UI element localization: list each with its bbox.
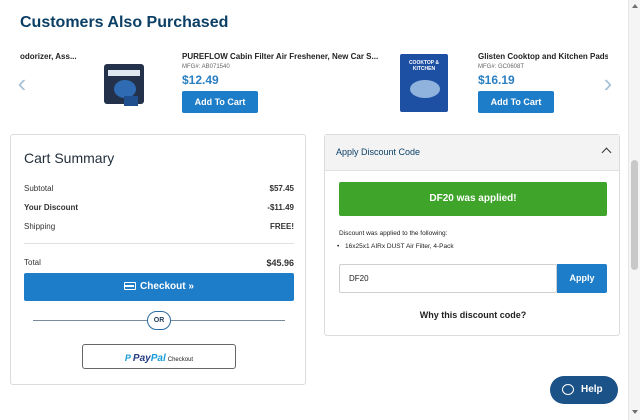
product-mfg: MFG#: AB071540 [182,64,230,70]
discount-applied-to-label: Discount was applied to the following: [339,230,448,237]
shipping-label: Shipping [24,222,56,231]
product-price: $16.19 [478,73,515,87]
chat-bubble-icon [562,384,574,395]
help-button[interactable]: Help [550,376,618,404]
product-image-text: COOKTOP & KITCHEN [408,60,440,72]
discount-label: Your Discount [24,203,79,212]
divider [24,243,294,244]
chevron-up-icon[interactable] [601,147,612,158]
subtotal-label: Subtotal [24,184,54,193]
product-card: Glisten Cooktop and Kitchen Pads MFG#: G… [478,52,608,113]
total-row: Total $45.96 [24,258,294,268]
checkout-label: Checkout » [140,281,194,292]
product-mfg: MFG#: GC0608T [478,64,525,70]
section-title: Customers Also Purchased [20,14,229,31]
or-badge: OR [147,311,171,330]
product-name[interactable]: Glisten Cooktop and Kitchen Pads [478,52,608,61]
credit-card-icon [124,282,137,290]
cart-summary-title: Cart Summary [24,150,115,166]
add-to-cart-button[interactable]: Add To Cart [182,91,258,113]
product-image-cooktop-pads[interactable]: COOKTOP & KITCHEN [400,50,452,112]
scroll-up-arrow-icon[interactable] [632,4,638,8]
help-label: Help [581,384,603,395]
product-price: $12.49 [182,73,219,87]
product-carousel: ‹ odorizer, Ass... PUREFLOW Cabin Filter… [0,44,628,122]
discount-panel: Apply Discount Code DF20 was applied! Di… [324,134,620,336]
scrollbar-thumb[interactable] [631,160,638,270]
page-scrollbar[interactable] [628,0,640,420]
partial-product-name[interactable]: odorizer, Ass... [20,52,77,61]
shipping-value: FREE! [270,222,294,231]
shipping-row: Shipping FREE! [24,222,294,231]
discount-panel-title: Apply Discount Code [336,147,421,157]
discount-applied-item: 16x25x1 AIRx DUST Air Filter, 4-Pack [337,243,454,250]
checkout-button[interactable]: Checkout » [24,273,294,301]
discount-row: Your Discount -$11.49 [24,203,294,212]
total-label: Total [24,258,41,267]
apply-discount-button[interactable]: Apply [557,264,607,293]
paypal-pal-text: Pal [150,353,166,364]
product-name[interactable]: PUREFLOW Cabin Filter Air Freshener, New… [182,52,382,61]
carousel-next-chevron-right-icon[interactable]: › [600,70,616,96]
paypal-checkout-text: Checkout [167,357,194,363]
add-to-cart-button[interactable]: Add To Cart [478,91,554,113]
why-discount-link[interactable]: Why this discount code? [325,310,621,320]
paypal-checkout-button[interactable]: P PayPal Checkout [82,344,236,369]
total-value: $45.96 [266,258,294,268]
subtotal-value: $57.45 [269,184,294,193]
discount-code-input[interactable] [339,264,557,293]
discount-applied-alert: DF20 was applied! [339,182,607,216]
product-image-air-freshener[interactable] [102,50,154,112]
carousel-prev-chevron-left-icon[interactable]: ‹ [14,70,30,96]
paypal-pay-text: Pay [132,353,151,364]
subtotal-row: Subtotal $57.45 [24,184,294,193]
discount-panel-header[interactable]: Apply Discount Code [325,135,619,171]
cart-summary-panel: Cart Summary Subtotal $57.45 Your Discou… [10,134,306,385]
scroll-down-arrow-icon[interactable] [632,410,638,414]
discount-value: -$11.49 [267,203,294,212]
paypal-logo-icon: P [124,353,131,363]
product-card: PUREFLOW Cabin Filter Air Freshener, New… [182,52,382,113]
